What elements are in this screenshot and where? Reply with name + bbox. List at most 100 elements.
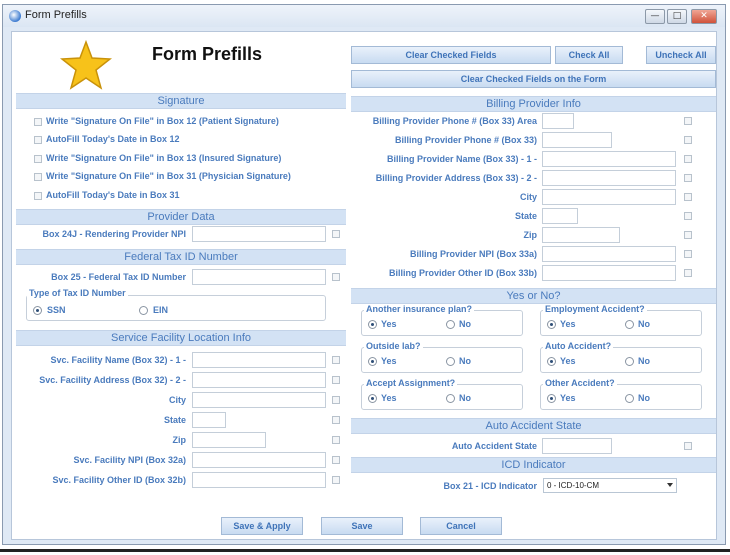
tax-id-type-legend: Type of Tax ID Number bbox=[27, 288, 128, 298]
billing-npi-label: Billing Provider NPI (Box 33a) bbox=[409, 249, 537, 259]
svc-state-input[interactable] bbox=[192, 412, 226, 428]
billing-name-input[interactable] bbox=[542, 151, 676, 167]
svc-facility-address-label: Svc. Facility Address (Box 32) - 2 - bbox=[39, 375, 186, 385]
save-apply-button[interactable]: Save & Apply bbox=[221, 517, 303, 535]
check-all-button[interactable]: Check All bbox=[555, 46, 623, 64]
billing-city-input[interactable] bbox=[542, 189, 676, 205]
employment-accident-yes-radio[interactable] bbox=[547, 320, 556, 329]
rendering-npi-input[interactable] bbox=[192, 226, 326, 242]
svc-other-id-input[interactable] bbox=[192, 472, 326, 488]
billing-name-checkbox[interactable] bbox=[684, 155, 692, 163]
window-title: Form Prefills bbox=[25, 9, 87, 21]
bottom-divider bbox=[0, 549, 730, 552]
auto-accident-yes-radio[interactable] bbox=[547, 357, 556, 366]
svc-npi-input[interactable] bbox=[192, 452, 326, 468]
accept-assignment-group: Accept Assignment? Yes No bbox=[361, 378, 523, 410]
billing-zip-label: Zip bbox=[523, 230, 538, 240]
signature-header: Signature bbox=[16, 93, 346, 109]
billing-state-checkbox[interactable] bbox=[684, 212, 692, 220]
clear-checked-fields-button[interactable]: Clear Checked Fields bbox=[351, 46, 551, 64]
icd-indicator-select[interactable]: 0 - ICD-10-CM bbox=[543, 478, 677, 493]
auto-accident-state-header: Auto Accident State bbox=[351, 418, 716, 434]
auto-accident-no-label: No bbox=[638, 356, 650, 366]
billing-city-checkbox[interactable] bbox=[684, 193, 692, 201]
minimize-button[interactable]: — bbox=[645, 9, 665, 24]
billing-phone-area-input[interactable] bbox=[542, 113, 574, 129]
uncheck-all-button[interactable]: Uncheck All bbox=[646, 46, 716, 64]
svc-facility-address-input[interactable] bbox=[192, 372, 326, 388]
auto-accident-state-input[interactable] bbox=[542, 438, 612, 454]
save-button[interactable]: Save bbox=[321, 517, 403, 535]
maximize-button[interactable]: □ bbox=[667, 9, 687, 24]
icd-indicator-label: Box 21 - ICD Indicator bbox=[443, 481, 537, 491]
sig-box12-checkbox[interactable] bbox=[34, 118, 42, 126]
svc-zip-input[interactable] bbox=[192, 432, 266, 448]
accept-assignment-no-radio[interactable] bbox=[446, 394, 455, 403]
billing-address-checkbox[interactable] bbox=[684, 174, 692, 182]
billing-npi-input[interactable] bbox=[542, 246, 676, 262]
billing-phone-checkbox[interactable] bbox=[684, 136, 692, 144]
sig-box13-label: Write "Signature On File" in Box 13 (Ins… bbox=[46, 153, 282, 163]
other-accident-yes-label: Yes bbox=[560, 393, 576, 403]
billing-other-id-checkbox[interactable] bbox=[684, 269, 692, 277]
another-insurance-no-radio[interactable] bbox=[446, 320, 455, 329]
svc-city-checkbox[interactable] bbox=[332, 396, 340, 404]
billing-state-label: State bbox=[514, 211, 537, 221]
other-accident-legend: Other Accident? bbox=[543, 378, 617, 388]
billing-state-input[interactable] bbox=[542, 208, 578, 224]
billing-zip-checkbox[interactable] bbox=[684, 231, 692, 239]
billing-other-id-input[interactable] bbox=[542, 265, 676, 281]
ssn-label: SSN bbox=[47, 305, 66, 315]
icd-indicator-header: ICD Indicator bbox=[351, 457, 716, 473]
another-insurance-yes-radio[interactable] bbox=[368, 320, 377, 329]
outside-lab-legend: Outside lab? bbox=[364, 341, 423, 351]
outside-lab-no-radio[interactable] bbox=[446, 357, 455, 366]
autofill-date-box31-checkbox[interactable] bbox=[34, 192, 42, 200]
billing-address-input[interactable] bbox=[542, 170, 676, 186]
rendering-npi-checkbox[interactable] bbox=[332, 230, 340, 238]
svc-other-id-checkbox[interactable] bbox=[332, 476, 340, 484]
outside-lab-yes-radio[interactable] bbox=[368, 357, 377, 366]
another-insurance-legend: Another insurance plan? bbox=[364, 304, 475, 314]
auto-accident-group: Auto Accident? Yes No bbox=[540, 341, 702, 373]
autofill-date-box12-checkbox[interactable] bbox=[34, 136, 42, 144]
tax-id-checkbox[interactable] bbox=[332, 273, 340, 281]
title-bar: Form Prefills — □ ✕ bbox=[3, 5, 725, 27]
svc-facility-name-checkbox[interactable] bbox=[332, 356, 340, 364]
other-accident-group: Other Accident? Yes No bbox=[540, 378, 702, 410]
svc-zip-checkbox[interactable] bbox=[332, 436, 340, 444]
svc-facility-name-input[interactable] bbox=[192, 352, 326, 368]
sig-box31-checkbox[interactable] bbox=[34, 173, 42, 181]
billing-address-label: Billing Provider Address (Box 33) - 2 - bbox=[375, 173, 537, 183]
autofill-date-box12-label: AutoFill Today's Date in Box 12 bbox=[46, 134, 180, 144]
employment-accident-no-radio[interactable] bbox=[625, 320, 634, 329]
svc-npi-checkbox[interactable] bbox=[332, 456, 340, 464]
auto-accident-state-checkbox[interactable] bbox=[684, 442, 692, 450]
clear-checked-on-form-button[interactable]: Clear Checked Fields on the Form bbox=[351, 70, 716, 88]
rendering-npi-label: Box 24J - Rendering Provider NPI bbox=[42, 229, 186, 239]
svc-facility-address-checkbox[interactable] bbox=[332, 376, 340, 384]
billing-phone-input[interactable] bbox=[542, 132, 612, 148]
cancel-button[interactable]: Cancel bbox=[420, 517, 502, 535]
employment-accident-group: Employment Accident? Yes No bbox=[540, 304, 702, 336]
billing-phone-area-checkbox[interactable] bbox=[684, 117, 692, 125]
svc-state-checkbox[interactable] bbox=[332, 416, 340, 424]
sig-box13-checkbox[interactable] bbox=[34, 155, 42, 163]
ssn-radio[interactable] bbox=[33, 306, 42, 315]
ein-radio[interactable] bbox=[139, 306, 148, 315]
icd-indicator-value: 0 - ICD-10-CM bbox=[547, 481, 600, 490]
other-accident-no-radio[interactable] bbox=[625, 394, 634, 403]
accept-assignment-yes-radio[interactable] bbox=[368, 394, 377, 403]
sig-box31-label: Write "Signature On File" in Box 31 (Phy… bbox=[46, 171, 291, 181]
accept-assignment-no-label: No bbox=[459, 393, 471, 403]
billing-npi-checkbox[interactable] bbox=[684, 250, 692, 258]
close-button[interactable]: ✕ bbox=[691, 9, 717, 24]
employment-accident-no-label: No bbox=[638, 319, 650, 329]
another-insurance-no-label: No bbox=[459, 319, 471, 329]
tax-id-input[interactable] bbox=[192, 269, 326, 285]
svc-city-input[interactable] bbox=[192, 392, 326, 408]
auto-accident-no-radio[interactable] bbox=[625, 357, 634, 366]
other-accident-yes-radio[interactable] bbox=[547, 394, 556, 403]
billing-zip-input[interactable] bbox=[542, 227, 620, 243]
auto-accident-state-label: Auto Accident State bbox=[451, 441, 537, 451]
